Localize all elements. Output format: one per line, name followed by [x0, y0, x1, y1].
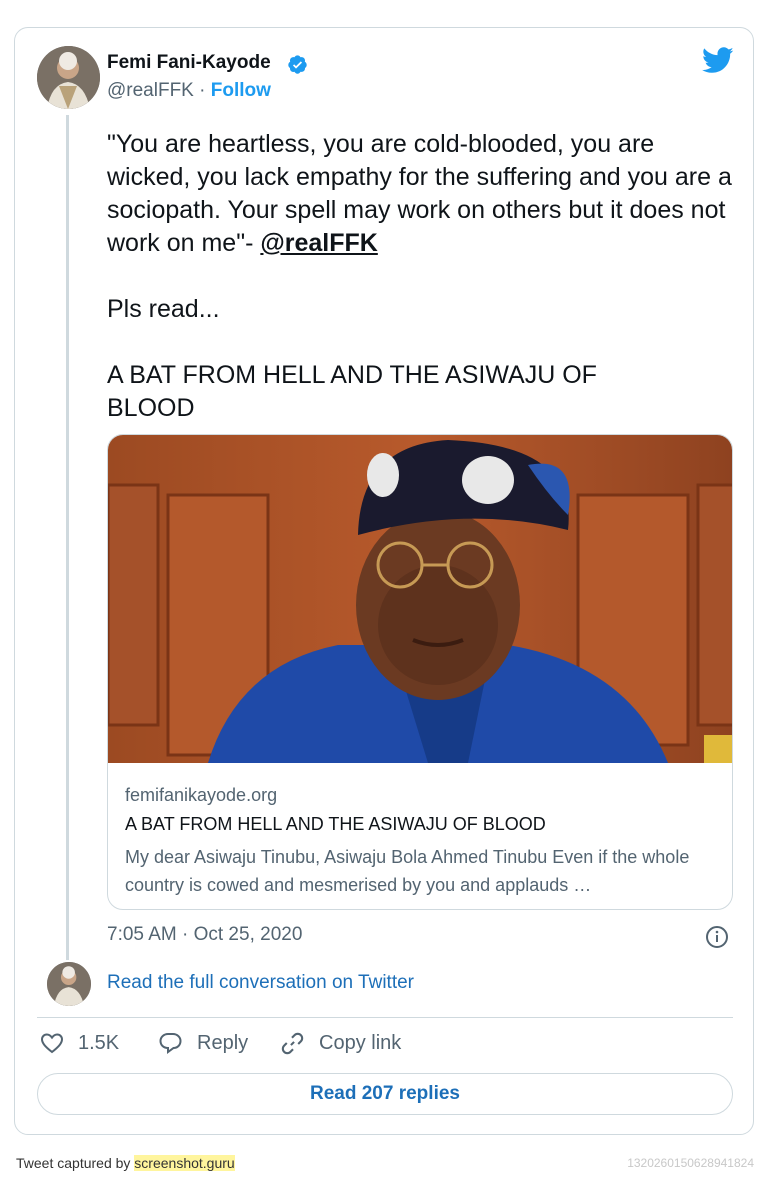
- link-chain-icon: [281, 1032, 304, 1055]
- author-handle[interactable]: @realFFK: [107, 80, 194, 101]
- capture-credit: Tweet captured by screenshot.guru: [16, 1155, 235, 1171]
- verified-badge-icon: [287, 54, 308, 80]
- author-avatar[interactable]: [37, 46, 100, 109]
- link-domain: femifanikayode.org: [125, 785, 278, 805]
- reply-bubble-icon: [159, 1033, 182, 1054]
- like-count: 1.5K: [78, 1031, 120, 1054]
- heart-icon: [40, 1033, 64, 1054]
- like-action[interactable]: 1.5K: [40, 1031, 119, 1055]
- thread-line: [66, 115, 69, 960]
- tweet-id: 1320260150628941824: [627, 1156, 754, 1170]
- reply-label: Reply: [197, 1031, 249, 1054]
- link-preview-image: [108, 435, 732, 763]
- quote-text: "You are heartless, you are cold-blooded…: [107, 130, 732, 257]
- read-conversation-link[interactable]: Read the full conversation on Twitter: [107, 972, 414, 994]
- info-icon[interactable]: [705, 925, 729, 954]
- link-title: A BAT FROM HELL AND THE ASIWAJU OF BLOOD: [125, 814, 546, 834]
- author-name[interactable]: Femi Fani-Kayode: [107, 52, 271, 74]
- link-description: My dear Asiwaju Tinubu, Asiwaju Bola Ahm…: [125, 847, 690, 895]
- link-preview-card[interactable]: femifanikayode.org A BAT FROM HELL AND T…: [107, 434, 733, 910]
- twitter-bird-icon[interactable]: [702, 47, 734, 79]
- screenshot-guru-link[interactable]: screenshot.guru: [134, 1155, 235, 1171]
- small-avatar[interactable]: [47, 962, 91, 1006]
- reply-action[interactable]: Reply: [158, 1031, 248, 1055]
- read-replies-button[interactable]: Read 207 replies: [37, 1073, 733, 1115]
- separator-dot: ·: [199, 80, 206, 101]
- follow-button[interactable]: Follow: [211, 80, 271, 101]
- tweet-line-pls-read: Pls read...: [107, 295, 220, 323]
- tweet-timestamp[interactable]: 7:05 AM · Oct 25, 2020: [107, 924, 302, 946]
- tweet-text: "You are heartless, you are cold-blooded…: [107, 128, 737, 425]
- mention-link[interactable]: @realFFK: [260, 229, 377, 257]
- copy-link-action[interactable]: Copy link: [280, 1031, 401, 1056]
- tweet-line-headline: A BAT FROM HELL AND THE ASIWAJU OF BLOOD: [107, 361, 597, 422]
- copy-link-label: Copy link: [319, 1032, 402, 1054]
- handle-row: @realFFK · Follow: [107, 80, 271, 102]
- captured-by-text: Tweet captured by: [16, 1155, 135, 1171]
- divider: [37, 1017, 733, 1018]
- tweet-quote: "You are heartless, you are cold-blooded…: [107, 128, 737, 260]
